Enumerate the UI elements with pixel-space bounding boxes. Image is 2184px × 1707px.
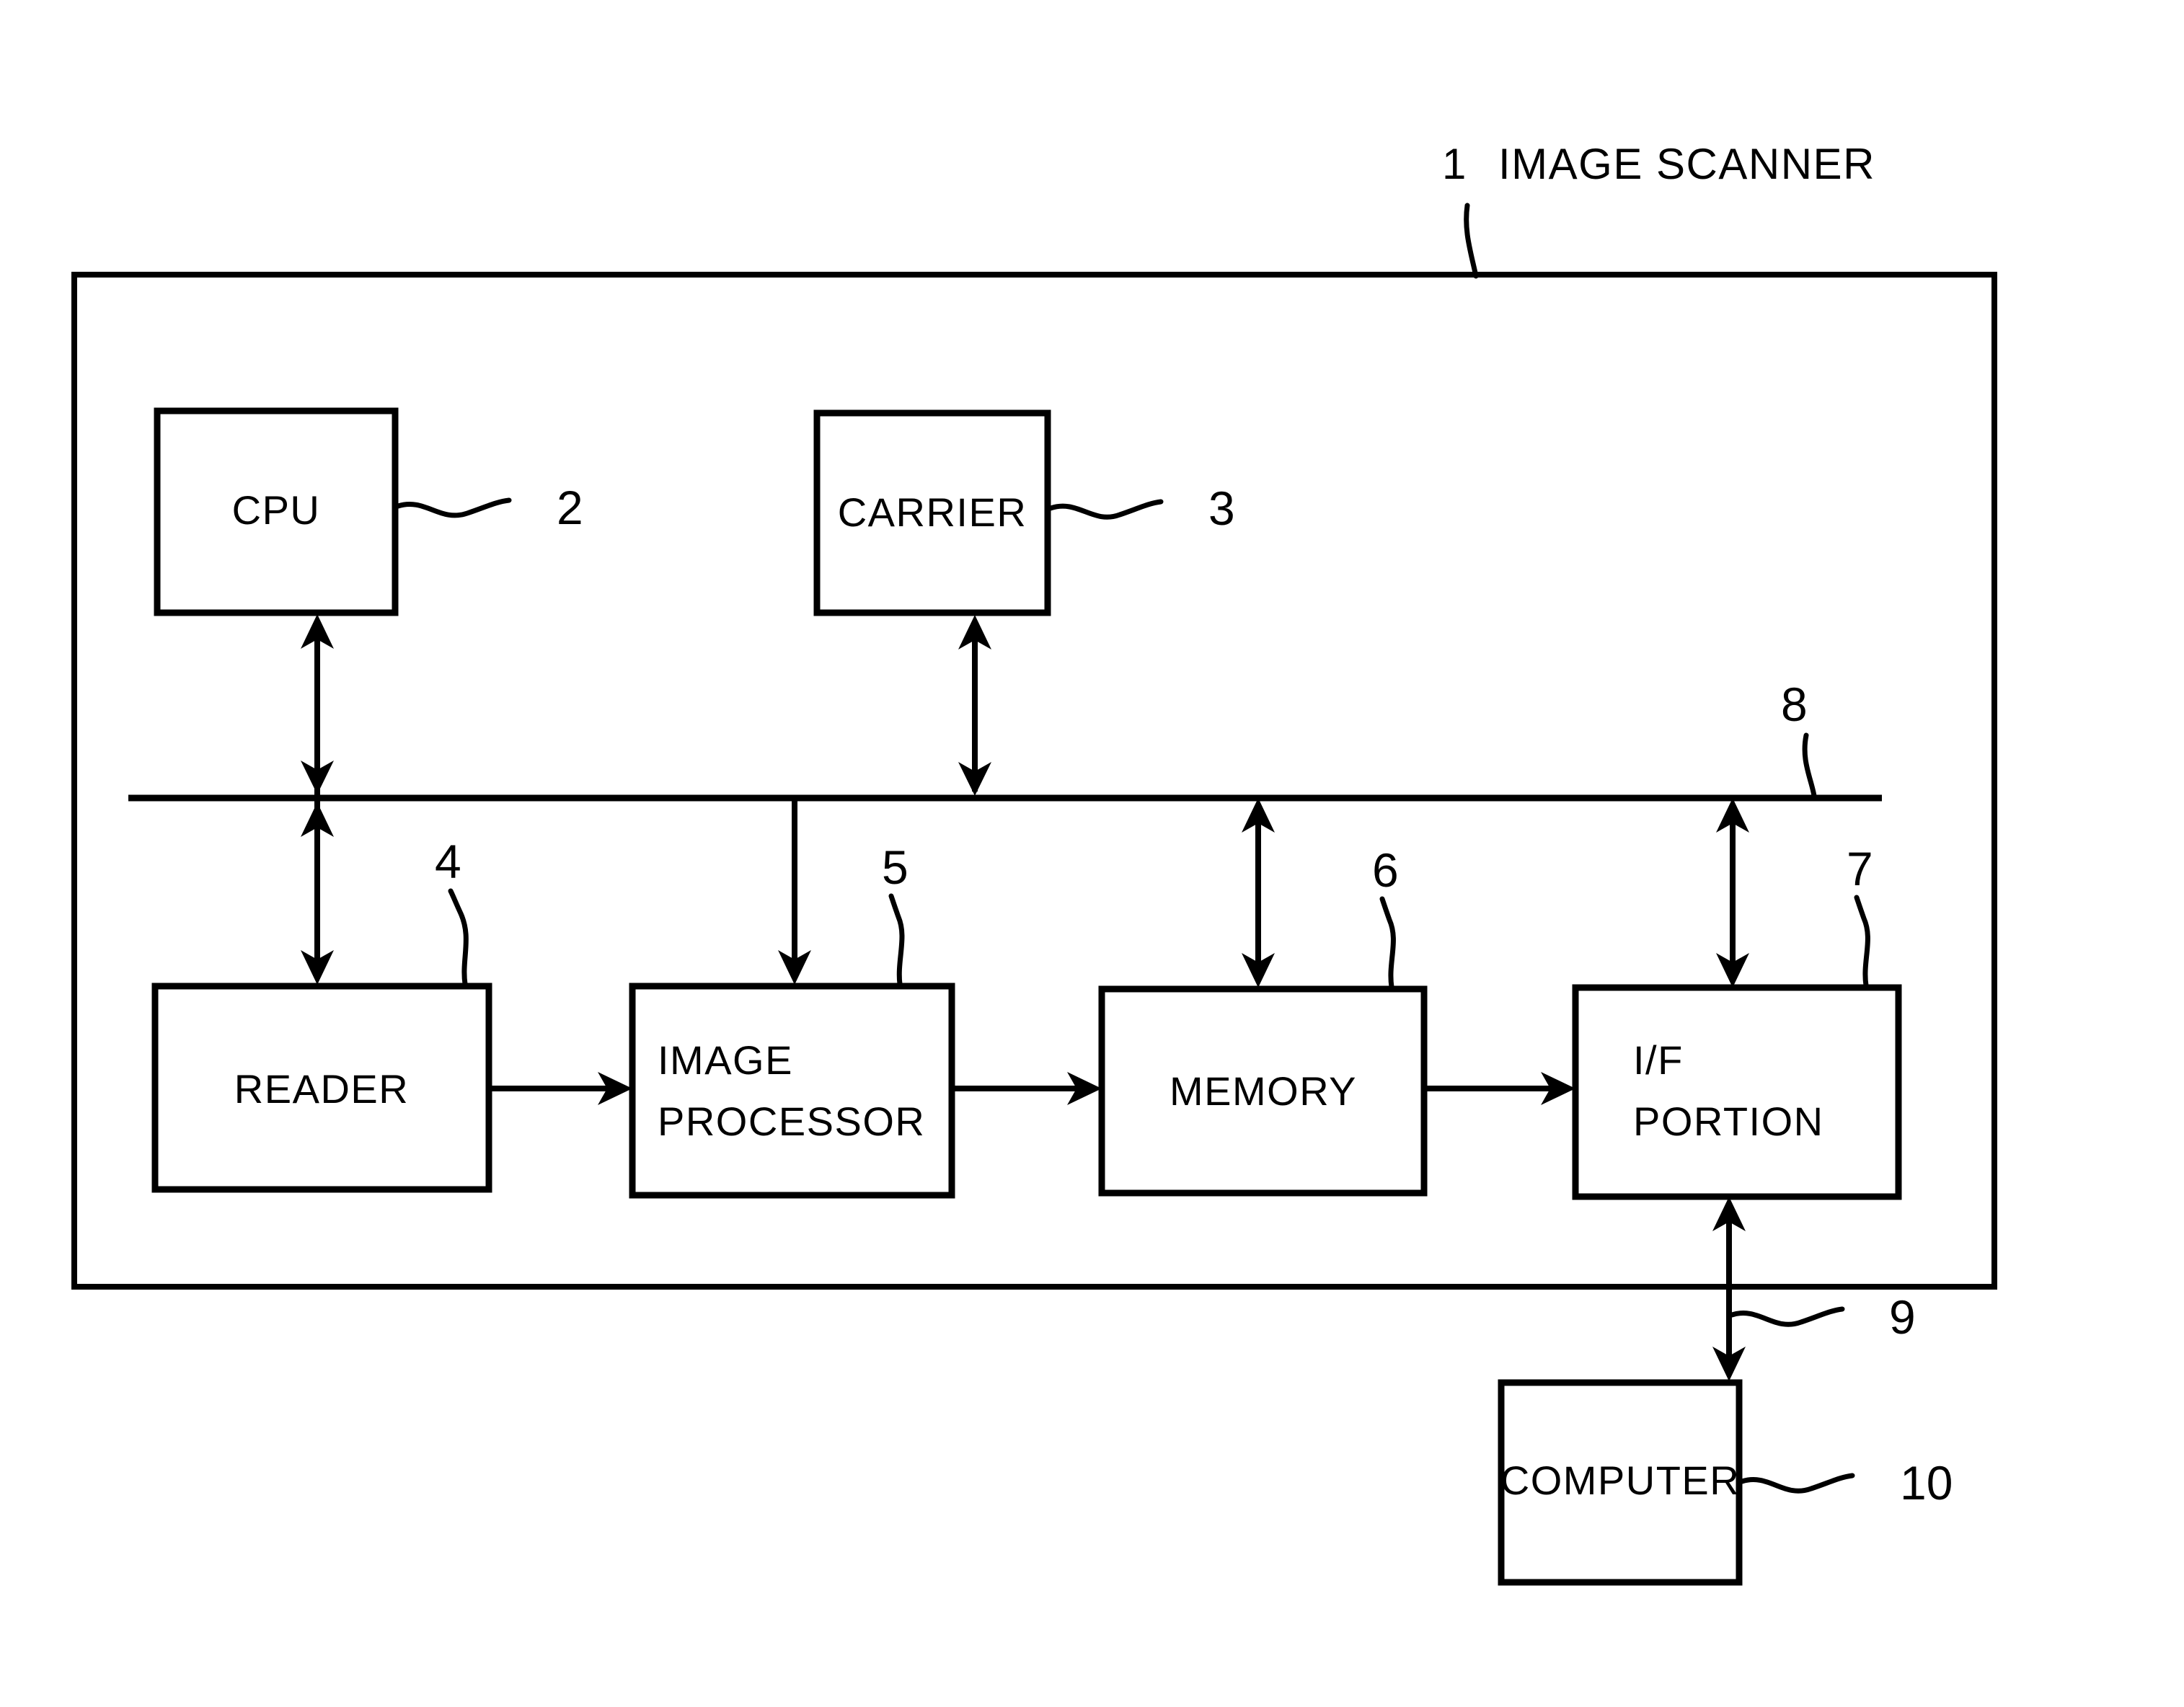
connector-reader-image-processor	[492, 1072, 632, 1105]
computer-ref-number: 10	[1900, 1456, 1953, 1509]
if-portion-label-line2: PORTION	[1633, 1099, 1824, 1144]
if-portion-label-line1: I/F	[1633, 1037, 1684, 1083]
carrier-label: CARRIER	[838, 489, 1027, 535]
cpu-ref-number: 2	[557, 481, 583, 534]
bus-ref-leader	[1802, 732, 1817, 799]
image-processor-ref-leader	[888, 893, 905, 987]
carrier-ref-leader	[1048, 499, 1164, 520]
reader-ref-number: 4	[435, 835, 461, 888]
block-image-processor[interactable]	[629, 983, 955, 1199]
if-portion-ref-number: 7	[1847, 842, 1873, 895]
memory-ref-leader	[1379, 896, 1396, 990]
reader-ref-leader	[448, 888, 469, 987]
if-computer-ref-leader	[1729, 1306, 1845, 1327]
figure-ref-number: 1	[1442, 140, 1467, 188]
block-if-portion[interactable]	[1572, 984, 1902, 1200]
if-computer-ref-number: 9	[1889, 1290, 1916, 1344]
connector-if-bus	[1716, 798, 1749, 988]
bus-ref-number: 8	[1781, 678, 1808, 731]
block-diagram: 1 IMAGE SCANNER 8 CPU 2 CARRIER 3 READER…	[71, 140, 1997, 1586]
connector-memory-bus	[1242, 798, 1275, 988]
connector-bus-image-processor	[778, 798, 811, 985]
connector-image-processor-memory	[955, 1072, 1102, 1105]
figure-title-leader	[1464, 203, 1479, 279]
memory-ref-number: 6	[1372, 843, 1399, 897]
figure-canvas: 1 IMAGE SCANNER 8 CPU 2 CARRIER 3 READER…	[0, 0, 2184, 1707]
reader-label: READER	[234, 1066, 409, 1112]
figure-title-text: IMAGE SCANNER	[1498, 140, 1875, 188]
computer-label: COMPUTER	[1500, 1458, 1740, 1503]
cpu-label: CPU	[232, 487, 321, 533]
connector-memory-if-portion	[1427, 1072, 1575, 1105]
computer-ref-leader	[1739, 1473, 1855, 1494]
image-processor-ref-number: 5	[882, 841, 908, 894]
memory-label: MEMORY	[1170, 1068, 1357, 1114]
carrier-ref-number: 3	[1208, 482, 1235, 535]
image-processor-label-line1: IMAGE	[658, 1037, 793, 1083]
image-processor-label-line2: PROCESSOR	[658, 1099, 925, 1144]
connector-carrier-bus	[958, 615, 991, 796]
if-portion-ref-leader	[1854, 895, 1870, 988]
cpu-ref-leader	[395, 497, 512, 518]
